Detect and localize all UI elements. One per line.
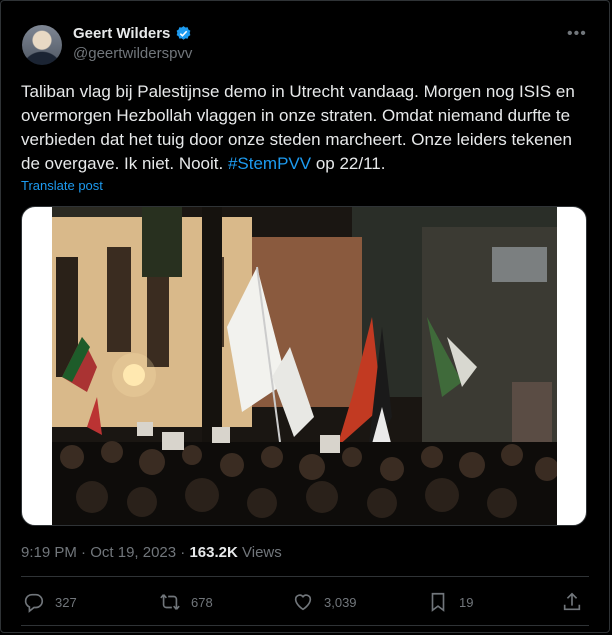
translate-link[interactable]: Translate post	[21, 178, 103, 193]
tweet-suffix: op 22/11.	[311, 154, 386, 173]
media-container[interactable]	[21, 206, 587, 526]
verified-badge-icon	[176, 26, 191, 40]
hashtag-link[interactable]: #StemPVV	[228, 154, 311, 173]
share-icon	[563, 592, 581, 611]
reply-count: 327	[55, 594, 77, 610]
meta-dot: ·	[81, 544, 91, 561]
views-count: 163.2K	[189, 544, 238, 561]
like-button[interactable]: 3,039	[292, 591, 357, 613]
bookmark-icon	[431, 592, 445, 612]
like-icon	[294, 594, 312, 611]
tweet-card: Geert Wilders @geertwilderspvv ••• Talib…	[0, 0, 610, 633]
reply-button[interactable]: 327	[23, 591, 77, 613]
tweet-text: Taliban vlag bij Palestijnse demo in Utr…	[21, 80, 593, 176]
reply-icon	[24, 593, 44, 613]
share-button[interactable]	[561, 591, 593, 613]
post-time[interactable]: 9:19 PM	[21, 544, 77, 561]
more-icon[interactable]: •••	[567, 25, 587, 42]
author-name[interactable]: Geert Wilders	[73, 25, 170, 42]
avatar[interactable]	[22, 25, 62, 65]
protest-photo[interactable]	[52, 207, 557, 525]
photo-illustration	[52, 207, 557, 525]
repost-button[interactable]: 678	[159, 591, 213, 613]
divider	[21, 576, 589, 577]
like-count: 3,039	[324, 594, 357, 610]
views-label: Views	[242, 544, 282, 561]
bookmark-button[interactable]: 19	[427, 591, 473, 613]
post-date[interactable]: Oct 19, 2023	[90, 544, 176, 561]
author-handle[interactable]: @geertwilderspvv	[73, 45, 192, 62]
divider	[21, 625, 589, 626]
bookmark-count: 19	[459, 594, 474, 610]
repost-count: 678	[191, 594, 213, 610]
repost-icon	[160, 594, 180, 610]
post-meta: 9:19 PM · Oct 19, 2023 · 163.2K Views	[21, 544, 282, 561]
